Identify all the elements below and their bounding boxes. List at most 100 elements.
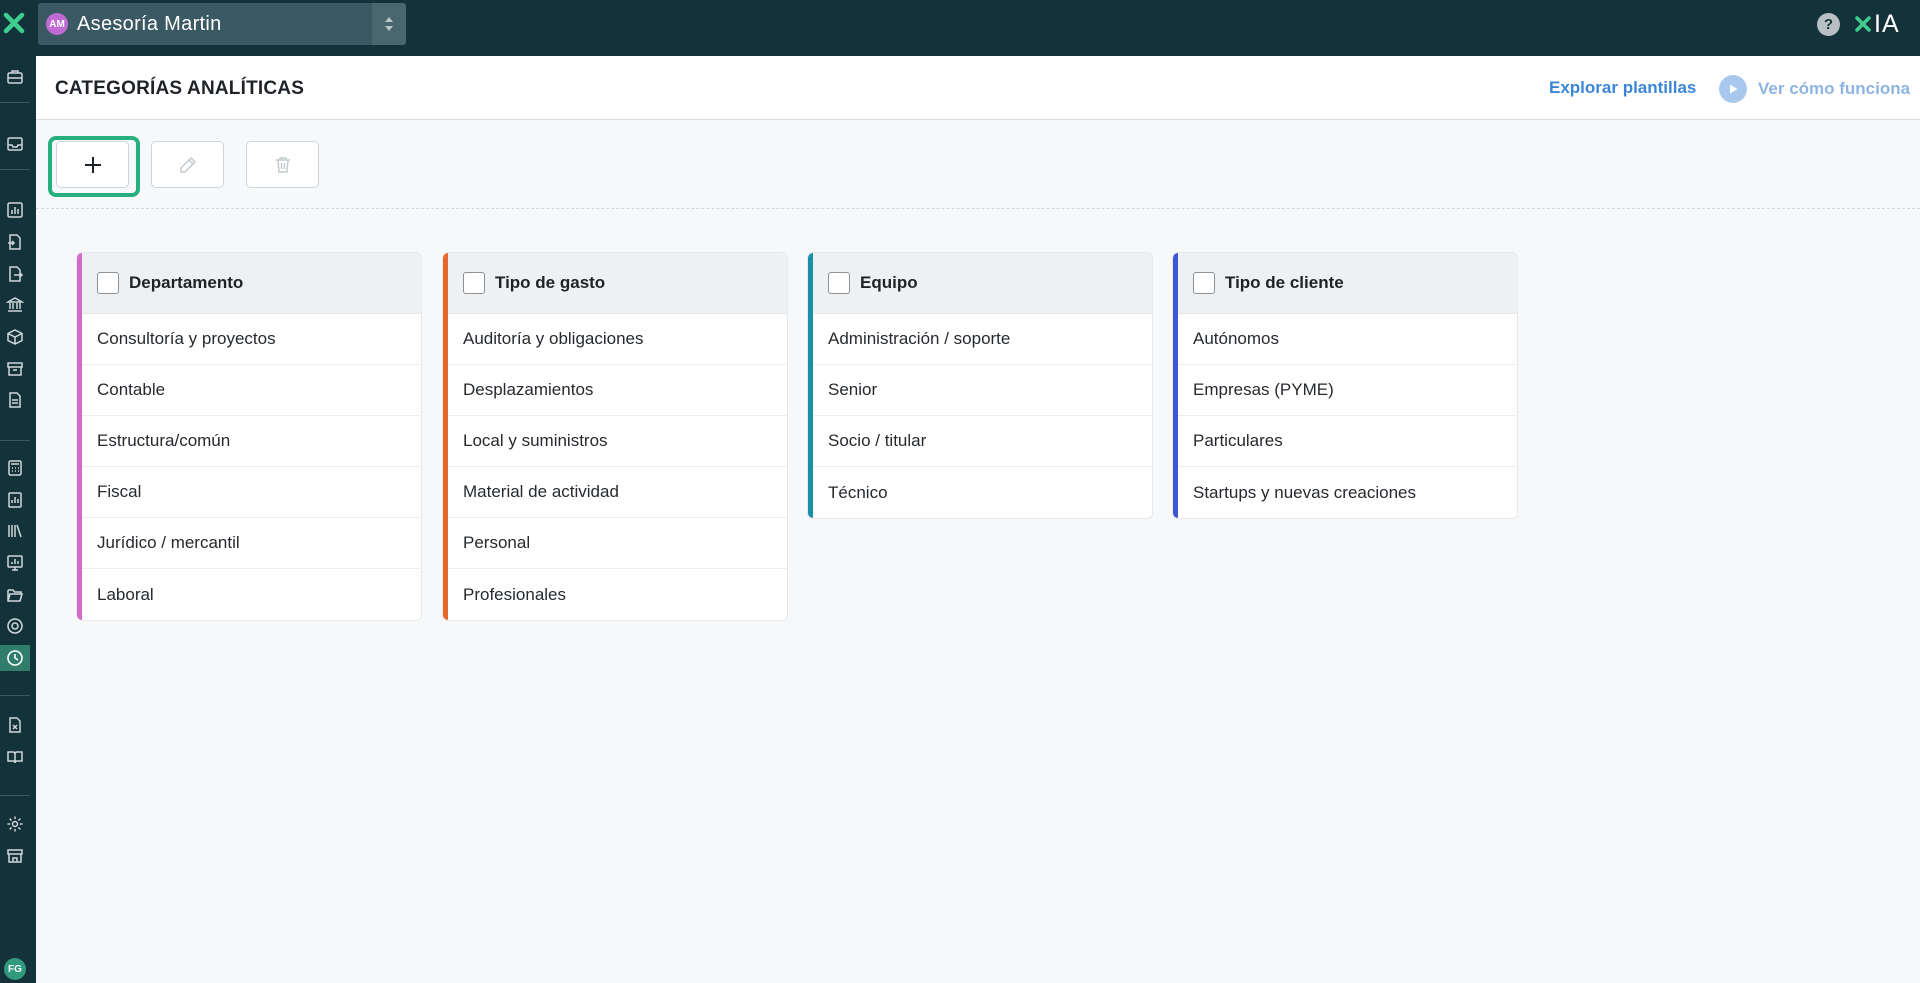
sidebar-item-briefcase[interactable] — [0, 64, 30, 90]
category-item[interactable]: Personal — [443, 518, 787, 569]
ledger-icon — [8, 492, 22, 508]
page-title: CATEGORÍAS ANALÍTICAS — [55, 78, 305, 99]
company-avatar: AM — [46, 13, 68, 35]
open-book-icon — [7, 751, 23, 764]
category-item[interactable]: Material de actividad — [443, 467, 787, 518]
category-checkbox[interactable] — [1193, 272, 1215, 294]
category-color-bar — [77, 253, 82, 620]
spreadsheet-file-icon — [9, 717, 21, 733]
bank-icon — [6, 297, 24, 312]
category-card-tipo-de-gasto: Tipo de gasto Auditoría y obligaciones D… — [443, 253, 787, 620]
sidebar-item-guide[interactable] — [0, 744, 30, 770]
sidebar-item-ledger[interactable] — [0, 487, 30, 513]
category-header: Tipo de gasto — [443, 253, 787, 314]
category-item[interactable]: Administración / soporte — [808, 314, 1152, 365]
category-item[interactable]: Socio / titular — [808, 416, 1152, 467]
category-item[interactable]: Desplazamientos — [443, 365, 787, 416]
page-header: CATEGORÍAS ANALÍTICAS Explorar plantilla… — [36, 56, 1920, 120]
play-icon — [1719, 75, 1747, 103]
sidebar-item-calculator[interactable] — [0, 455, 30, 481]
category-item[interactable]: Laboral — [77, 569, 421, 620]
calculator-icon — [8, 460, 22, 476]
category-item[interactable]: Empresas (PYME) — [1173, 365, 1517, 416]
category-color-bar — [1173, 253, 1178, 518]
explore-templates-link[interactable]: Explorar plantillas — [1549, 78, 1696, 98]
sidebar-item-documents[interactable] — [0, 387, 30, 413]
how-it-works-label: Ver cómo funciona — [1758, 79, 1911, 98]
category-card-departamento: Departamento Consultoría y proyectos Con… — [77, 253, 421, 620]
company-selector[interactable]: AM Asesoría Martin — [38, 3, 406, 45]
books-icon — [8, 524, 22, 538]
add-category-button[interactable] — [56, 141, 129, 188]
category-header: Equipo — [808, 253, 1152, 314]
category-item[interactable]: Senior — [808, 365, 1152, 416]
delete-category-button[interactable] — [246, 141, 319, 188]
category-item[interactable]: Auditoría y obligaciones — [443, 314, 787, 365]
sidebar-item-bank[interactable] — [0, 292, 30, 318]
sidebar-item-presentation[interactable] — [0, 550, 30, 576]
category-title: Departamento — [129, 273, 244, 292]
category-title: Equipo — [860, 273, 918, 292]
trash-icon — [275, 156, 290, 173]
inbox-icon — [7, 137, 23, 151]
xia-button[interactable]: IA — [1854, 10, 1900, 38]
sidebar-item-store[interactable] — [0, 843, 30, 869]
sidebar-item-reports[interactable] — [0, 197, 30, 223]
category-item[interactable]: Fiscal — [77, 467, 421, 518]
folder-open-icon — [7, 589, 23, 602]
category-card-tipo-de-cliente: Tipo de cliente Autónomos Empresas (PYME… — [1173, 253, 1517, 518]
category-title: Tipo de cliente — [1225, 273, 1344, 292]
document-out-icon — [9, 266, 24, 282]
category-checkbox[interactable] — [463, 272, 485, 294]
category-checkbox[interactable] — [828, 272, 850, 294]
sidebar-item-expense-docs[interactable] — [0, 261, 30, 287]
sidebar-item-income-docs[interactable] — [0, 229, 30, 255]
user-avatar[interactable]: FG — [4, 958, 26, 980]
category-item[interactable]: Local y suministros — [443, 416, 787, 467]
category-item[interactable]: Consultoría y proyectos — [77, 314, 421, 365]
pencil-icon — [179, 156, 196, 173]
sidebar-item-products[interactable] — [0, 324, 30, 350]
how-it-works-link[interactable]: Ver cómo funciona — [1719, 75, 1910, 103]
company-select-toggle[interactable] — [372, 3, 406, 45]
sidebar-item-folder[interactable] — [0, 582, 30, 608]
sidebar-item-target[interactable] — [0, 613, 30, 639]
sidebar: FG — [0, 56, 36, 983]
box-icon — [7, 329, 23, 345]
category-header: Departamento — [77, 253, 421, 314]
toolbar-divider — [36, 208, 1920, 209]
help-button[interactable]: ? — [1817, 13, 1840, 36]
category-header: Tipo de cliente — [1173, 253, 1517, 314]
app-logo-icon[interactable] — [3, 12, 25, 34]
category-item[interactable]: Particulares — [1173, 416, 1517, 467]
category-color-bar — [808, 253, 813, 518]
category-item[interactable]: Autónomos — [1173, 314, 1517, 365]
top-bar: AM Asesoría Martin ? IA — [0, 0, 1920, 56]
category-item[interactable]: Técnico — [808, 467, 1152, 518]
bar-chart-icon — [7, 202, 23, 218]
sidebar-item-settings[interactable] — [0, 811, 30, 837]
category-item[interactable]: Contable — [77, 365, 421, 416]
company-name: Asesoría Martin — [77, 12, 222, 35]
category-item[interactable]: Startups y nuevas creaciones — [1173, 467, 1517, 518]
category-item[interactable]: Jurídico / mercantil — [77, 518, 421, 569]
edit-category-button[interactable] — [151, 141, 224, 188]
archive-icon — [7, 362, 23, 376]
category-item[interactable]: Profesionales — [443, 569, 787, 620]
sidebar-item-library[interactable] — [0, 518, 30, 544]
sidebar-item-archive[interactable] — [0, 356, 30, 382]
sidebar-item-analytic-categories[interactable] — [0, 645, 30, 671]
store-icon — [7, 849, 23, 863]
document-in-icon — [8, 234, 21, 250]
sidebar-item-inbox[interactable] — [0, 131, 30, 157]
category-title: Tipo de gasto — [495, 273, 606, 292]
xia-label: IA — [1874, 9, 1900, 38]
category-color-bar — [443, 253, 448, 620]
presentation-icon — [7, 555, 23, 571]
clock-icon — [7, 650, 23, 666]
target-icon — [7, 618, 23, 634]
category-checkbox[interactable] — [97, 272, 119, 294]
gear-icon — [7, 816, 23, 832]
category-item[interactable]: Estructura/común — [77, 416, 421, 467]
sidebar-item-excel[interactable] — [0, 712, 30, 738]
